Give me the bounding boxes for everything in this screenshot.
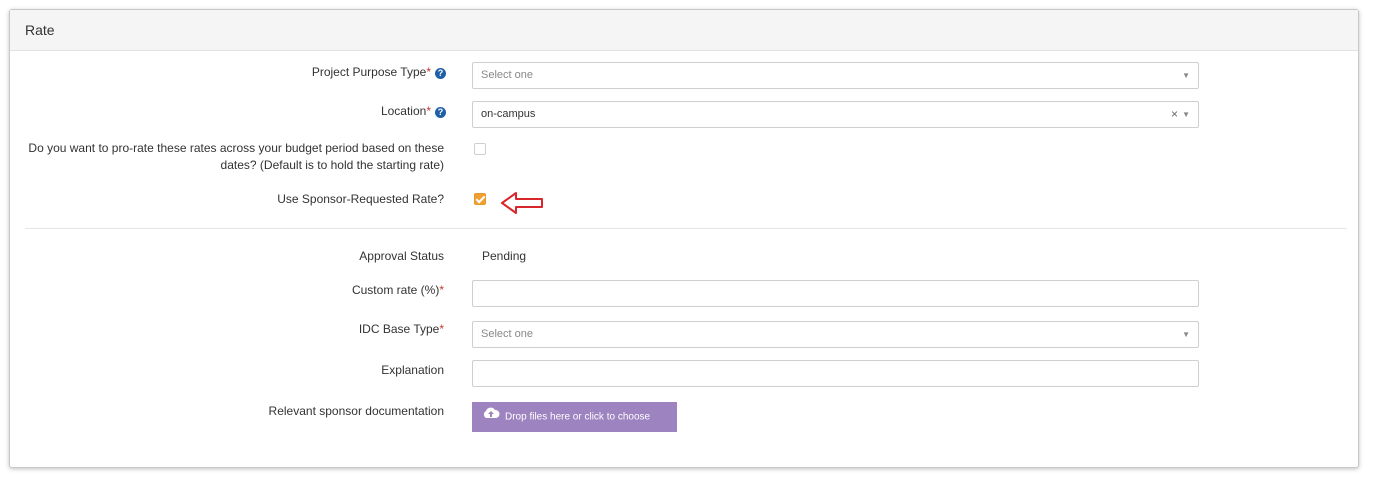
required-mark: * [426,65,431,79]
project-purpose-select[interactable]: Select one ▼ [472,62,1199,89]
panel-title: Rate [10,10,1358,51]
idc-base-label: IDC Base Type* [358,322,444,336]
clear-icon[interactable]: × [1171,102,1178,127]
documentation-label: Relevant sponsor documentation [268,404,444,418]
caret-down-icon: ▼ [1182,330,1190,339]
cloud-upload-icon [482,402,500,432]
location-select[interactable]: on-campus × ▼ [472,101,1199,128]
caret-down-icon: ▼ [1182,71,1190,80]
sponsor-rate-label: Use Sponsor-Requested Rate? [277,192,444,206]
sponsor-rate-checkbox[interactable] [474,193,486,205]
help-icon[interactable]: ? [435,107,446,118]
file-upload-button[interactable]: Drop files here or click to choose [472,402,677,432]
custom-rate-label: Custom rate (%)* [351,283,444,297]
explanation-label: Explanation [381,363,444,377]
required-mark: * [439,283,444,297]
required-mark: * [426,104,431,118]
custom-rate-input[interactable] [472,280,1199,307]
project-purpose-label: Project Purpose Type*? [312,65,446,79]
red-arrow-icon [501,192,543,214]
required-mark: * [439,322,444,336]
explanation-input[interactable] [472,360,1199,387]
prorate-label: Do you want to pro-rate these rates acro… [28,141,444,172]
help-icon[interactable]: ? [435,68,446,79]
approval-status-label: Approval Status [359,249,444,263]
caret-down-icon: ▼ [1182,110,1190,119]
idc-base-select[interactable]: Select one ▼ [472,321,1199,348]
rate-panel: Rate Project Purpose Type*? Select one ▼… [9,9,1359,468]
approval-status-value: Pending [482,249,527,263]
prorate-checkbox[interactable] [474,143,486,155]
location-label: Location*? [381,104,446,118]
section-divider [25,228,1347,229]
